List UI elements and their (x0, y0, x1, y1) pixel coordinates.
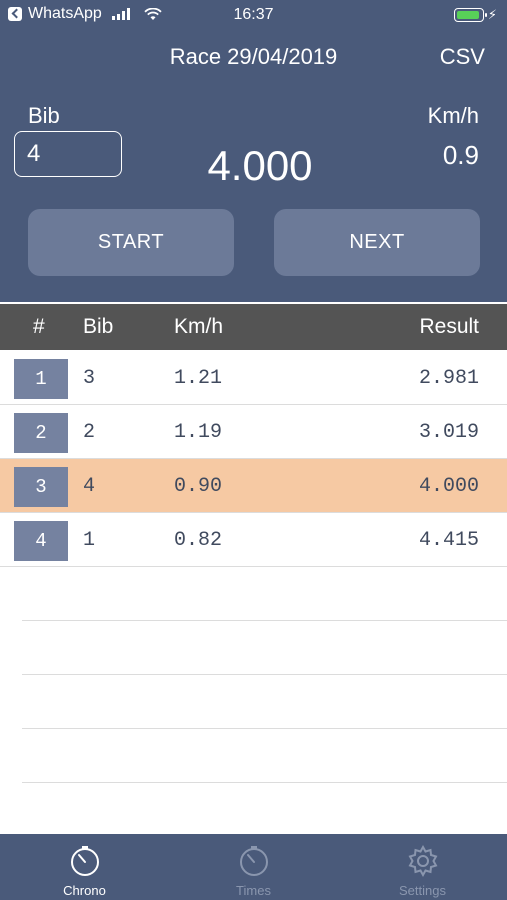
tab-bar: Chrono Times Settings (0, 834, 507, 900)
status-bar: WhatsApp 16:37 ⚡ (0, 0, 507, 32)
column-header-kmh: Km/h (174, 315, 224, 338)
kmh-label: Km/h (427, 103, 479, 128)
tab-label: Times (236, 883, 271, 898)
tab-label: Chrono (63, 883, 106, 898)
row-result: 2.981 (418, 367, 479, 390)
tab-times[interactable]: Times (169, 834, 338, 900)
row-kmh: 0.90 (174, 475, 223, 498)
table-row-selected[interactable]: 3 4 0.90 4.000 (0, 459, 507, 513)
row-kmh: 1.19 (174, 421, 223, 444)
row-bib: 2 (83, 421, 96, 444)
tab-label: Settings (399, 883, 446, 898)
battery-icon (453, 8, 487, 22)
row-result: 4.415 (418, 529, 479, 552)
table-header: # Bib Km/h Result (0, 304, 507, 350)
empty-row-divider (22, 728, 507, 729)
empty-row-divider (22, 674, 507, 675)
tab-settings[interactable]: Settings (338, 834, 507, 900)
table-row[interactable]: 1 3 1.21 2.981 (0, 351, 507, 405)
csv-button[interactable]: CSV (440, 44, 485, 70)
table-row[interactable]: 4 1 0.82 4.415 (0, 513, 507, 567)
row-index: 1 (14, 359, 68, 399)
row-result: 4.000 (418, 475, 479, 498)
kmh-value: 0.9 (442, 140, 479, 170)
row-kmh: 1.21 (174, 367, 223, 390)
row-index: 3 (14, 467, 68, 507)
tab-chrono[interactable]: Chrono (0, 834, 169, 900)
row-kmh: 0.82 (174, 529, 223, 552)
status-time: 16:37 (233, 6, 274, 23)
next-button[interactable]: NEXT (274, 209, 480, 276)
gear-icon (408, 844, 437, 878)
page-title: Race 29/04/2019 (169, 44, 338, 69)
stopwatch-icon (70, 846, 99, 876)
row-result: 3.019 (418, 421, 479, 444)
stopwatch-icon (239, 846, 268, 876)
start-button[interactable]: START (28, 209, 234, 276)
row-bib: 4 (83, 475, 96, 498)
charging-icon: ⚡ (487, 7, 497, 22)
bib-label: Bib (28, 103, 60, 128)
row-index: 2 (14, 413, 68, 453)
battery-status: ⚡ (453, 7, 497, 23)
current-time-display: 4.000 (207, 142, 313, 189)
column-header-result: Result (419, 315, 479, 338)
row-bib: 3 (83, 367, 96, 390)
empty-row-divider (22, 782, 507, 783)
column-header-bib: Bib (83, 315, 114, 338)
empty-row-divider (22, 620, 507, 621)
column-header-number: # (33, 315, 45, 338)
table-row[interactable]: 2 2 1.19 3.019 (0, 405, 507, 459)
row-bib: 1 (83, 529, 96, 552)
row-index: 4 (14, 521, 68, 561)
header-panel: WhatsApp 16:37 ⚡ Race 29/04/2019 CSV Bib… (0, 0, 507, 302)
